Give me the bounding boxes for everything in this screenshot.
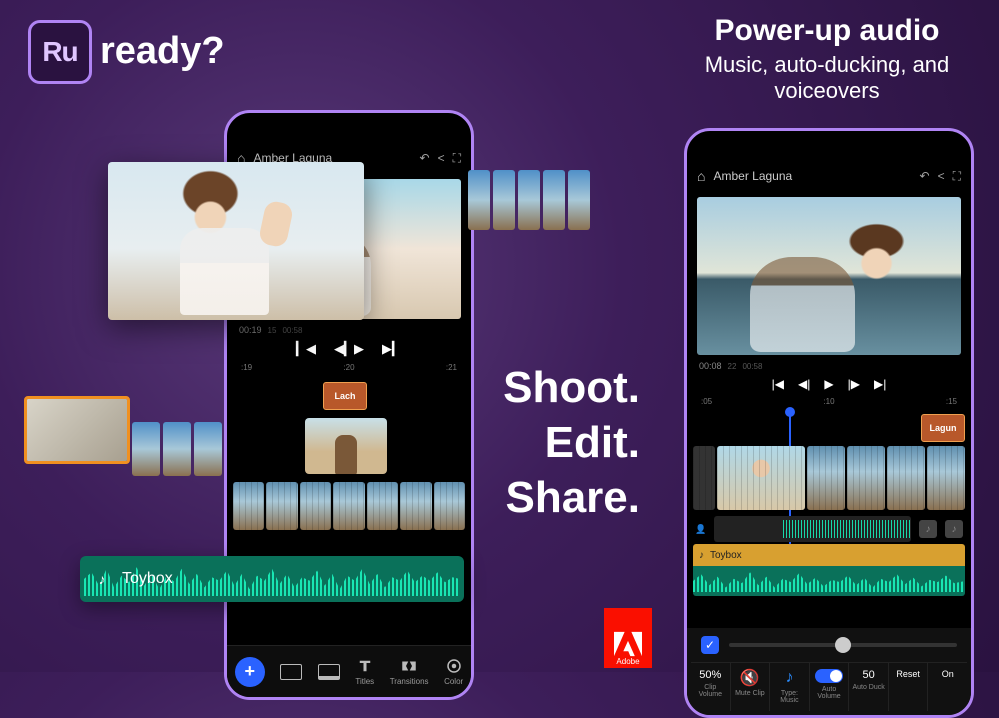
param-on[interactable]: On [928,663,967,711]
adobe-badge: Adobe [604,608,652,668]
play-toggle-icon[interactable]: ◀▎▶ [334,341,364,357]
project-name[interactable]: Amber Laguna [713,169,911,183]
audio-track-name: Toybox [710,550,742,561]
transport-controls: ▎◀ ◀▎▶ ▶▎ [227,341,471,357]
phone-mockup-audio: ⌂ Amber Laguna ↶ < ⛶ 00:08 22 00:58 |◀ ◀… [684,128,974,718]
undo-icon[interactable]: ↶ [420,151,430,165]
video-clip[interactable] [300,482,331,530]
video-clip[interactable] [807,446,845,510]
music-note-icon: ♪ [776,669,802,687]
tagline-line-2: Edit. [490,415,640,470]
floating-filmstrip-right [468,170,590,230]
selected-video-clip[interactable] [305,418,387,474]
video-clip[interactable] [887,446,925,510]
share-icon[interactable]: < [938,169,945,183]
tagline-line-1: Shoot. [490,360,640,415]
video-track[interactable] [693,446,965,510]
param-mute-clip[interactable]: 🔇Mute Clip [731,663,771,711]
param-reset[interactable]: Reset [889,663,929,711]
adobe-label: Adobe [616,657,639,666]
video-clip[interactable] [333,482,364,530]
voiceover-track[interactable]: 👤 ♪ ♪ [687,514,971,544]
empty-clip[interactable] [693,446,715,510]
time-total: 00:58 [282,326,302,335]
next-frame-icon[interactable]: |▶ [848,377,860,391]
time-total: 00:58 [742,362,762,371]
time-display: 00:08 22 00:58 [687,355,971,373]
time-current: 00:08 [699,361,722,371]
video-track[interactable] [233,482,465,530]
floating-clip-thumbnail [24,396,130,464]
video-clip[interactable] [400,482,431,530]
video-clip[interactable] [847,446,885,510]
share-icon[interactable]: < [438,151,445,165]
fullscreen-icon[interactable]: ⛶ [453,151,461,166]
headline-audio: Power-up audio Music, auto-ducking, and … [662,14,992,104]
audio-waveform[interactable] [693,566,965,596]
adobe-logo-icon [614,631,642,657]
audio-track-label[interactable]: ♪ Toybox [693,544,965,566]
undo-icon[interactable]: ↶ [920,169,930,183]
music-note-icon: ♪ [919,520,937,538]
time-display: 00:19 15 00:58 [227,319,471,337]
title-clip[interactable]: Lach [323,382,367,410]
hero-selfie-photo [108,162,364,320]
tagline-line-3: Share. [490,470,640,525]
skip-start-icon[interactable]: |◀ [772,377,784,391]
floating-audio-clip: ♪ Toybox [80,556,464,602]
headline-title: Power-up audio [662,14,992,48]
audio-enable-checkbox[interactable]: ✓ [701,636,719,654]
next-clip-icon[interactable]: ▶▎ [382,341,402,357]
music-note-icon: ♪ [92,569,112,589]
timeline-region[interactable]: Lach [227,378,471,538]
bottom-toolbar: + Titles Transitions Color [227,645,471,697]
time-frame: 22 [728,362,737,371]
timeline-ruler: :19 :20 :21 [227,363,471,372]
audio-params-row: 50%Clip Volume 🔇Mute Clip ♪Type: Music A… [691,662,967,711]
timeline-ruler: :05 :10 :15 [687,397,971,406]
video-preview[interactable] [697,197,961,355]
person-icon: 👤 [695,524,706,535]
video-clip[interactable] [434,482,465,530]
prev-clip-icon[interactable]: ▎◀ [296,341,316,357]
speaker-icon: 🔇 [737,669,763,687]
toggle-on-icon[interactable] [815,669,843,683]
app-icon: Ru [28,20,92,84]
music-note-icon: ♪ [945,520,963,538]
video-clip[interactable] [717,446,805,510]
tagline: Shoot. Edit. Share. [490,360,640,525]
floating-audio-name: Toybox [122,570,173,588]
video-clip[interactable] [266,482,297,530]
param-type-music[interactable]: ♪Type: Music [770,663,810,711]
param-auto-duck[interactable]: 50Auto Duck [849,663,889,711]
audio-panel: ✓ 50%Clip Volume 🔇Mute Clip ♪Type: Music… [687,628,971,715]
video-clip[interactable] [367,482,398,530]
video-clip[interactable] [233,482,264,530]
skip-end-icon[interactable]: ▶| [874,377,886,391]
video-clip[interactable] [927,446,965,510]
home-icon[interactable]: ⌂ [697,168,705,184]
title-clip[interactable]: Lagun [921,414,965,442]
app-icon-label: Ru [42,36,77,68]
time-current: 00:19 [239,325,262,335]
fullscreen-icon[interactable]: ⛶ [953,169,961,184]
param-clip-volume[interactable]: 50%Clip Volume [691,663,731,711]
play-icon[interactable]: ▶ [824,377,833,391]
floating-filmstrip-left [132,422,222,476]
timeline-region[interactable]: Lagun 👤 ♪ ♪ ♪ Toybox [687,412,971,582]
ready-text: ready? [100,30,225,73]
transport-controls: |◀ ◀| ▶ |▶ ▶| [687,377,971,391]
prev-frame-icon[interactable]: ◀| [798,377,810,391]
app-bar: ⌂ Amber Laguna ↶ < ⛶ [687,159,971,193]
music-note-icon: ♪ [699,550,704,561]
time-frame: 15 [268,326,277,335]
volume-scrubber[interactable] [729,643,957,647]
headline-sub: Music, auto-ducking, and voiceovers [662,52,992,104]
waveform[interactable] [714,516,911,542]
param-auto-volume[interactable]: Auto Volume [810,663,850,711]
